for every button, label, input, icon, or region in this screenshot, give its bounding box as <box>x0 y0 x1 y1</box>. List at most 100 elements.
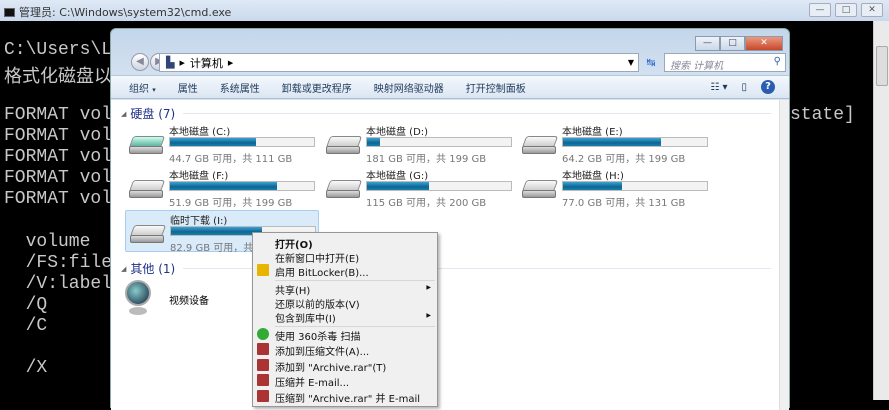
system-properties-button[interactable]: 系统属性 <box>220 80 260 95</box>
menu-item[interactable]: 添加到 "Archive.rar"(T) <box>257 359 435 374</box>
cmd-icon <box>4 7 15 17</box>
hard-drive-icon <box>129 225 167 245</box>
uninstall-button[interactable]: 卸载或更改程序 <box>282 80 352 95</box>
submenu-arrow-icon: ▶ <box>426 284 431 291</box>
explorer-close-button[interactable]: ✕ <box>745 36 783 51</box>
menu-separator <box>275 326 435 327</box>
video-device-label[interactable]: 视频设备 <box>169 292 209 307</box>
winrar-icon <box>257 390 269 402</box>
drive-space: 82.9 GB 可用，共 2 <box>170 243 263 254</box>
context-menu: 打开(O) 在新窗口中打开(E) 启用 BitLocker(B)... 共享(H) ▶ 还… <box>252 232 438 407</box>
menu-item-label: 使用 360杀毒 扫描 <box>275 332 361 343</box>
menu-separator <box>275 280 435 281</box>
drive-space: 115 GB 可用，共 200 GB <box>366 198 487 209</box>
menu-item-label: 添加到压缩文件(A)... <box>275 347 370 358</box>
map-drive-button[interactable]: 映射网络驱动器 <box>374 80 444 95</box>
submenu-arrow-icon: ▶ <box>426 312 431 319</box>
webcam-icon[interactable] <box>125 280 155 318</box>
organize-button[interactable]: 组织 ▾ <box>129 80 156 95</box>
drive-item[interactable]: 本地磁盘 (D:) 181 GB 可用，共 199 GB <box>322 122 516 165</box>
collapse-icon[interactable]: ◢ <box>121 110 126 118</box>
explorer-window: —□✕ ◀ ▶ ▙▶计算机▶▼ ↹ 搜索 计算机 ⚲ 组织 ▾ 属性 系统属性 卸载… <box>110 28 790 410</box>
hard-drive-icon <box>128 136 166 156</box>
menu-item[interactable]: 压缩到 "Archive.rar" 并 E-mail <box>257 390 435 405</box>
console-line-right: state] <box>790 105 855 125</box>
console-line: FORMAT volu <box>4 189 123 209</box>
console-line: /C <box>4 316 48 336</box>
menu-item[interactable]: 添加到压缩文件(A)... <box>257 343 435 358</box>
drive-usage-bar <box>169 181 315 191</box>
explorer-maximize-button[interactable]: □ <box>720 36 745 51</box>
console-line: /V:label <box>4 274 113 294</box>
preview-pane-icon[interactable]: ▯ <box>741 82 747 93</box>
menu-item[interactable]: 压缩并 E-mail... <box>257 374 435 389</box>
explorer-minimize-button[interactable]: — <box>695 36 720 51</box>
hard-drive-icon <box>128 180 166 200</box>
drive-space: 44.7 GB 可用，共 111 GB <box>169 154 293 165</box>
explorer-scrollbar[interactable] <box>779 100 789 410</box>
properties-button[interactable]: 属性 <box>178 80 198 95</box>
drive-item[interactable]: 本地磁盘 (H:) 77.0 GB 可用，共 131 GB <box>518 166 712 209</box>
drive-space: 64.2 GB 可用，共 199 GB <box>562 154 686 165</box>
breadcrumb-computer[interactable]: 计算机 <box>190 55 223 71</box>
back-button[interactable]: ◀ <box>131 53 149 71</box>
menu-item-label: 启用 BitLocker(B)... <box>275 268 369 279</box>
hard-drive-icon <box>325 136 363 156</box>
menu-item-label: 添加到 "Archive.rar"(T) <box>275 363 387 374</box>
computer-icon: ▙ <box>166 56 175 69</box>
minimize-button[interactable]: — <box>809 3 831 17</box>
console-line: 格式化磁盘以 <box>4 68 112 88</box>
drive-item[interactable]: 本地磁盘 (G:) 115 GB 可用，共 200 GB <box>322 166 516 209</box>
drive-item[interactable]: 本地磁盘 (C:) 44.7 GB 可用，共 111 GB <box>125 122 319 165</box>
drive-usage-bar <box>562 137 708 147</box>
help-icon[interactable]: ? <box>761 80 775 94</box>
collapse-icon[interactable]: ◢ <box>121 265 126 273</box>
hard-drive-icon <box>521 180 559 200</box>
menu-item[interactable]: 还原以前的版本(V) <box>275 296 435 311</box>
menu-item[interactable]: 打开(O) <box>275 236 435 251</box>
drive-usage-bar <box>169 137 315 147</box>
winrar-icon <box>257 374 269 386</box>
console-line: FORMAT volu <box>4 168 123 188</box>
search-icon: ⚲ <box>773 56 781 67</box>
drive-name: 本地磁盘 (G:) <box>366 171 429 182</box>
menu-item[interactable]: 启用 BitLocker(B)... <box>257 264 435 279</box>
console-line: volume <box>4 232 91 252</box>
control-panel-button[interactable]: 打开控制面板 <box>466 80 526 95</box>
search-placeholder: 搜索 计算机 <box>670 61 724 72</box>
cmd-scrollbar[interactable] <box>873 21 889 400</box>
console-line: FORMAT volu <box>4 126 123 146</box>
refresh-button[interactable]: ↹ <box>641 53 661 72</box>
hard-drive-icon <box>325 180 363 200</box>
drive-name: 本地磁盘 (F:) <box>169 171 229 182</box>
console-line: FORMAT volu <box>4 105 123 125</box>
close-button[interactable]: ✕ <box>861 3 883 17</box>
drive-name: 本地磁盘 (C:) <box>169 127 231 138</box>
search-input[interactable]: 搜索 计算机 ⚲ <box>664 53 786 72</box>
address-bar[interactable]: ▙ ▶ 计算机 ▶ ▼ <box>159 53 639 72</box>
drive-space: 51.9 GB 可用，共 199 GB <box>169 198 293 209</box>
cmd-title-bar: 管理员: C:\Windows\system32\cmd.exe — □ ✕ <box>0 0 889 21</box>
drive-usage-bar <box>366 137 512 147</box>
drive-name: 本地磁盘 (H:) <box>562 171 624 182</box>
maximize-button[interactable]: □ <box>835 3 857 17</box>
menu-item[interactable]: 共享(H) ▶ <box>275 282 435 297</box>
group-hard-disks[interactable]: 硬盘 (7) <box>130 105 175 122</box>
menu-item[interactable]: 使用 360杀毒 扫描 <box>257 328 435 343</box>
drive-name: 本地磁盘 (E:) <box>562 127 623 138</box>
view-options-icon[interactable]: ☷ ▾ <box>710 82 727 93</box>
drive-space: 77.0 GB 可用，共 131 GB <box>562 198 686 209</box>
cmd-title: 管理员: C:\Windows\system32\cmd.exe <box>19 6 232 19</box>
chevron-down-icon[interactable]: ▼ <box>628 58 634 67</box>
drive-item[interactable]: 本地磁盘 (F:) 51.9 GB 可用，共 199 GB <box>125 166 319 209</box>
group-other[interactable]: 其他 (1) <box>130 260 175 277</box>
console-line: FORMAT volu <box>4 147 123 167</box>
drive-item[interactable]: 本地磁盘 (E:) 64.2 GB 可用，共 199 GB <box>518 122 712 165</box>
menu-item[interactable]: 在新窗口中打开(E) <box>275 250 435 265</box>
scroll-thumb[interactable] <box>876 46 888 86</box>
drive-name: 临时下载 (I:) <box>170 216 228 227</box>
winrar-icon <box>257 359 269 371</box>
menu-item[interactable]: 包含到库中(I) ▶ <box>275 310 435 325</box>
shield-icon <box>257 264 269 276</box>
console-line: /Q <box>4 295 48 315</box>
